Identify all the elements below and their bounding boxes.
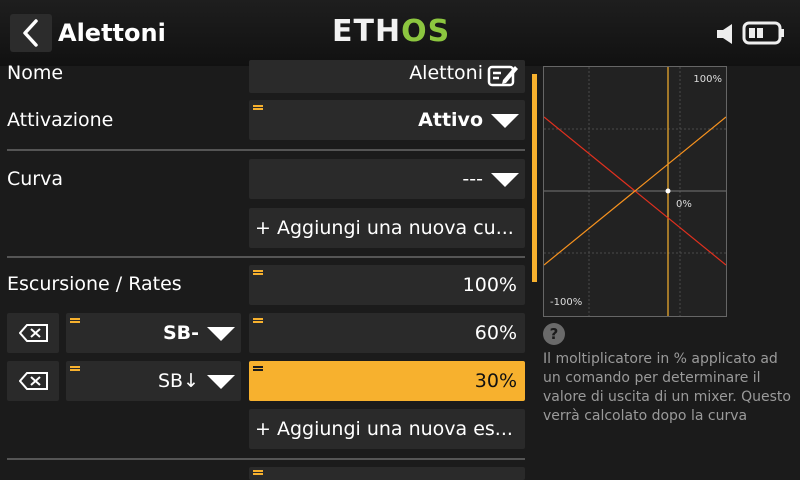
drag-handle-icon (253, 470, 263, 478)
nome-label: Nome (7, 62, 64, 84)
page-title: Alettoni (58, 19, 166, 47)
add-rate-button[interactable]: + Aggiungi una nuova es... (249, 409, 525, 449)
divider (7, 458, 525, 460)
next-field-partial[interactable] (249, 467, 525, 480)
nome-field[interactable]: Alettoni (249, 60, 525, 93)
delete-rate-button[interactable] (7, 313, 59, 353)
curva-label: Curva (7, 168, 64, 190)
chevron-down-icon (207, 327, 235, 341)
graph-canvas: 100% 0% -100% (543, 67, 727, 316)
graph-top-label: 100% (693, 74, 722, 85)
add-rate-label: + Aggiungi una nuova es... (255, 418, 513, 440)
drag-handle-icon (70, 366, 80, 374)
rates-base-field[interactable]: 100% (249, 265, 525, 305)
graph-mid-label: 0% (676, 199, 692, 210)
back-button[interactable] (10, 14, 52, 52)
add-curve-button[interactable]: + Aggiungi una nuova cu... (249, 208, 525, 248)
chevron-down-icon (491, 114, 519, 128)
drag-handle-icon (253, 318, 263, 326)
speaker-icon (717, 24, 732, 44)
rate-switch-value: SB↓ (157, 370, 199, 392)
rates-label: Escursione / Rates (7, 273, 182, 295)
attivazione-value: Attivo (418, 109, 483, 131)
rates-graph: 100% 0% -100% (543, 66, 727, 317)
chevron-left-icon (23, 19, 38, 47)
rates-base-value: 100% (462, 274, 517, 296)
attivazione-label: Attivazione (7, 109, 114, 131)
rate-switch-value: SB- (162, 322, 199, 344)
rate-value: 30% (474, 370, 517, 392)
divider (7, 149, 525, 151)
ethos-logo: ETHOS (332, 14, 451, 49)
curva-dropdown[interactable]: --- (249, 159, 525, 199)
chevron-down-icon (207, 375, 235, 389)
delete-rate-button[interactable] (7, 361, 59, 401)
drag-handle-icon (70, 318, 80, 326)
curva-value: --- (462, 168, 483, 190)
add-curve-label: + Aggiungi una nuova cu... (255, 217, 514, 239)
help-icon: ? (543, 323, 565, 345)
backspace-icon (19, 372, 48, 390)
curve-point (665, 188, 671, 194)
drag-handle-icon (253, 270, 263, 278)
drag-handle-icon (253, 105, 263, 113)
rate-value: 60% (474, 322, 517, 344)
battery-icon (742, 21, 784, 45)
edit-icon (487, 65, 518, 87)
help-text: Il moltiplicatore in % applicato ad un c… (543, 351, 791, 424)
rate-switch-dropdown[interactable]: SB↓ (66, 361, 241, 401)
rate-switch-dropdown[interactable]: SB- (66, 313, 241, 353)
graph-bottom-label: -100% (550, 297, 582, 308)
divider (7, 256, 525, 258)
drag-handle-icon (253, 366, 263, 374)
backspace-icon (19, 324, 48, 342)
nome-value: Alettoni (409, 62, 483, 84)
scrollbar[interactable] (532, 74, 537, 282)
rate-value-field-selected[interactable]: 30% (249, 361, 525, 401)
rate-value-field[interactable]: 60% (249, 313, 525, 353)
chevron-down-icon (491, 173, 519, 187)
attivazione-dropdown[interactable]: Attivo (249, 100, 525, 140)
